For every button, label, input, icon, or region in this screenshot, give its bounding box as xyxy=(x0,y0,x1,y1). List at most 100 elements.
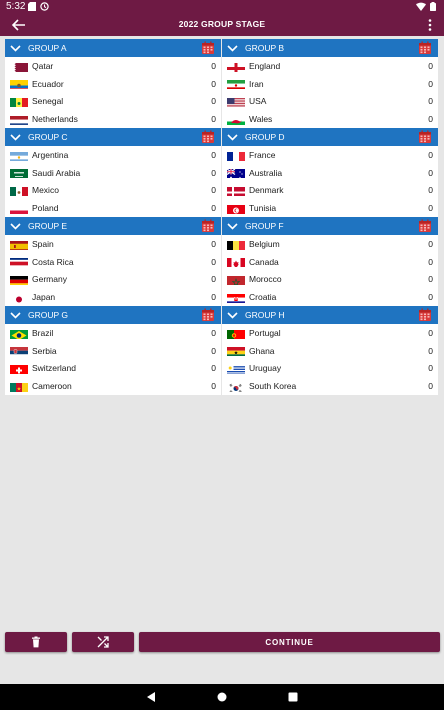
group-title: GROUP H xyxy=(245,310,285,320)
ghana-flag-icon xyxy=(227,345,245,357)
chevron-down-icon[interactable] xyxy=(227,310,238,320)
continue-button[interactable]: CONTINUE xyxy=(139,632,440,652)
morocco-flag-icon xyxy=(227,274,245,285)
qatar-flag-icon xyxy=(10,61,28,72)
team-row-australia[interactable]: Australia 0 xyxy=(222,163,438,182)
team-name: Costa Rica xyxy=(32,256,74,267)
usa-flag-icon xyxy=(227,96,245,107)
shuffle-icon xyxy=(97,636,109,648)
team-row-argentina[interactable]: Argentina 0 xyxy=(5,146,221,164)
team-row-ecuador[interactable]: Ecuador 0 xyxy=(5,74,221,93)
team-row-poland[interactable]: Poland 0 xyxy=(5,199,221,217)
team-row-brazil[interactable]: Brazil 0 xyxy=(5,324,221,342)
chevron-down-icon[interactable] xyxy=(10,221,21,231)
denmark-flag-icon xyxy=(227,185,245,196)
team-row-denmark[interactable]: Denmark 0 xyxy=(222,181,438,200)
germany-flag-icon xyxy=(10,274,28,285)
team-name: Croatia xyxy=(249,292,277,303)
team-row-canada[interactable]: Canada 0 xyxy=(222,252,438,271)
chevron-down-icon[interactable] xyxy=(10,132,21,142)
team-row-iran[interactable]: Iran 0 xyxy=(222,74,438,93)
team-row-ghana[interactable]: Ghana 0 xyxy=(222,341,438,360)
japan-flag-icon xyxy=(10,292,28,303)
team-row-usa[interactable]: USA 0 xyxy=(222,92,438,111)
southkorea-flag-icon xyxy=(227,381,245,392)
team-name: Netherlands xyxy=(32,114,78,125)
calendar-icon[interactable] xyxy=(418,308,432,322)
calendar-icon[interactable] xyxy=(201,308,215,322)
calendar-icon[interactable] xyxy=(418,41,432,55)
team-row-wales[interactable]: Wales 0 xyxy=(222,110,438,128)
team-row-england[interactable]: England 0 xyxy=(222,57,438,75)
group-c-card: GROUP C Argentina 0 Saudi Arabia 0 Mexico 0 Pol… xyxy=(5,128,221,217)
team-row-croatia[interactable]: Croatia 0 xyxy=(222,288,438,306)
more-vert-icon[interactable] xyxy=(426,18,434,32)
team-row-netherlands[interactable]: Netherlands 0 xyxy=(5,110,221,128)
team-row-switzerland[interactable]: Switzerland 0 xyxy=(5,359,221,378)
calendar-icon[interactable] xyxy=(201,219,215,233)
costarica-flag-icon xyxy=(10,256,28,268)
chevron-down-icon[interactable] xyxy=(227,221,238,231)
group-header[interactable]: GROUP E xyxy=(5,217,221,235)
group-header[interactable]: GROUP G xyxy=(5,306,221,324)
team-row-japan[interactable]: Japan 0 xyxy=(5,288,221,306)
group-header[interactable]: GROUP B xyxy=(222,39,438,57)
group-header[interactable]: GROUP D xyxy=(222,128,438,146)
battery-icon xyxy=(430,2,436,11)
group-header[interactable]: GROUP C xyxy=(5,128,221,146)
team-points: 0 xyxy=(211,61,216,71)
calendar-icon[interactable] xyxy=(201,130,215,144)
team-name: Portugal xyxy=(249,328,281,338)
team-points: 0 xyxy=(211,274,216,285)
group-header[interactable]: GROUP A xyxy=(5,39,221,57)
team-points: 0 xyxy=(211,167,216,178)
calendar-icon[interactable] xyxy=(418,130,432,144)
team-row-saudi[interactable]: Saudi Arabia 0 xyxy=(5,163,221,182)
team-row-france[interactable]: France 0 xyxy=(222,146,438,164)
chevron-down-icon[interactable] xyxy=(10,310,21,320)
team-points: 0 xyxy=(428,239,433,249)
team-row-mexico[interactable]: Mexico 0 xyxy=(5,181,221,200)
chevron-down-icon[interactable] xyxy=(10,43,21,53)
team-row-germany[interactable]: Germany 0 xyxy=(5,270,221,289)
team-row-morocco[interactable]: Morocco 0 xyxy=(222,270,438,289)
team-row-costarica[interactable]: Costa Rica 0 xyxy=(5,252,221,271)
team-name: Uruguay xyxy=(249,363,282,374)
team-row-belgium[interactable]: Belgium 0 xyxy=(222,235,438,253)
shuffle-button[interactable] xyxy=(72,632,134,652)
team-row-uruguay[interactable]: Uruguay 0 xyxy=(222,359,438,378)
team-row-serbia[interactable]: Serbia 0 xyxy=(5,341,221,360)
team-points: 0 xyxy=(211,185,216,196)
senegal-flag-icon xyxy=(10,96,28,107)
team-row-senegal[interactable]: Senegal 0 xyxy=(5,92,221,111)
team-name: Qatar xyxy=(32,61,54,71)
team-row-portugal[interactable]: Portugal 0 xyxy=(222,324,438,342)
nav-back-icon[interactable] xyxy=(145,691,157,703)
team-points: 0 xyxy=(211,256,216,267)
poland-flag-icon xyxy=(10,203,28,214)
group-f-card: GROUP F Belgium 0 Canada 0 Morocco 0 Croatia 0 xyxy=(222,217,438,306)
netherlands-flag-icon xyxy=(10,114,28,125)
calendar-icon[interactable] xyxy=(418,219,432,233)
mexico-flag-icon xyxy=(10,185,28,196)
team-row-cameroon[interactable]: Cameroon 0 xyxy=(5,377,221,395)
croatia-flag-icon xyxy=(227,292,245,303)
iran-flag-icon xyxy=(227,78,245,90)
team-row-qatar[interactable]: Qatar 0 xyxy=(5,57,221,75)
team-row-southkorea[interactable]: South Korea 0 xyxy=(222,377,438,395)
group-header[interactable]: GROUP F xyxy=(222,217,438,235)
team-points: 0 xyxy=(428,274,433,285)
calendar-icon[interactable] xyxy=(201,41,215,55)
chevron-down-icon[interactable] xyxy=(227,43,238,53)
team-row-tunisia[interactable]: Tunisia 0 xyxy=(222,199,438,217)
team-row-spain[interactable]: Spain 0 xyxy=(5,235,221,253)
group-g-card: GROUP G Brazil 0 Serbia 0 Switzerland 0 Cameroo… xyxy=(5,306,221,395)
nav-recents-icon[interactable] xyxy=(287,691,299,703)
delete-button[interactable] xyxy=(5,632,67,652)
team-points: 0 xyxy=(428,185,433,196)
team-name: Ecuador xyxy=(32,78,64,89)
chevron-down-icon[interactable] xyxy=(227,132,238,142)
serbia-flag-icon xyxy=(10,345,28,357)
group-header[interactable]: GROUP H xyxy=(222,306,438,324)
nav-home-icon[interactable] xyxy=(216,691,228,703)
